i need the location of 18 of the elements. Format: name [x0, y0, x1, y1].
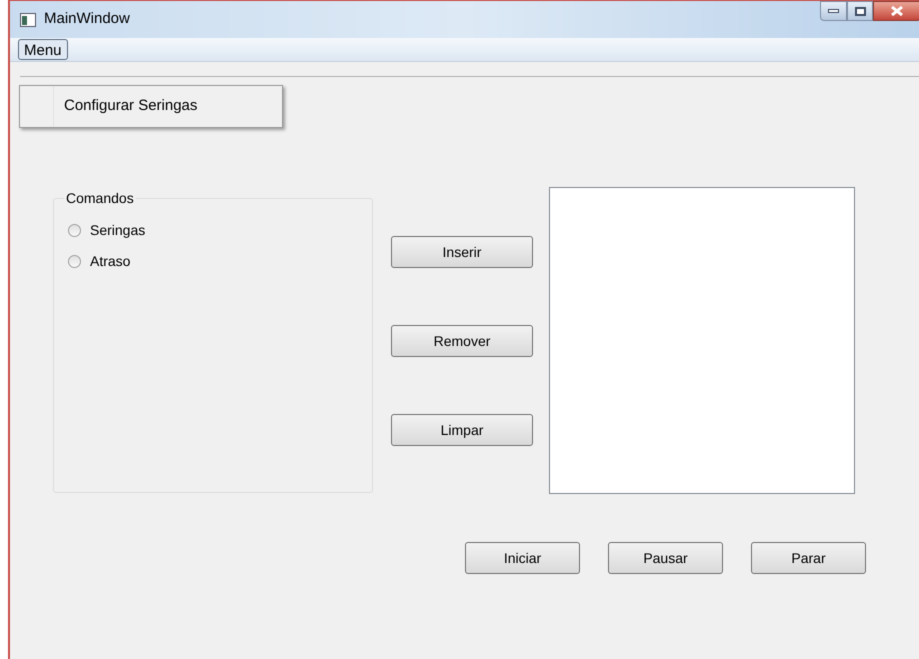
maximize-button[interactable] — [847, 1, 873, 21]
minimize-button[interactable] — [820, 1, 847, 21]
radio-option[interactable]: Seringas — [68, 220, 146, 241]
action-button[interactable]: Remover — [391, 325, 533, 357]
menu-item[interactable]: Menu — [18, 39, 68, 60]
action-button[interactable]: Inserir — [391, 236, 533, 268]
close-button[interactable] — [873, 1, 919, 21]
control-button[interactable]: Iniciar — [465, 542, 580, 574]
control-button[interactable]: Parar — [751, 542, 866, 574]
dropdown-item[interactable]: Configurar Seringas — [64, 95, 198, 118]
close-icon — [891, 6, 903, 16]
control-button[interactable]: Pausar — [608, 542, 723, 574]
action-button[interactable]: Limpar — [391, 414, 533, 446]
radio-button[interactable] — [68, 224, 81, 237]
radio-option[interactable]: Atraso — [68, 251, 130, 272]
radio-button[interactable] — [68, 255, 81, 268]
app-icon — [20, 12, 36, 26]
window-title: MainWindow — [44, 9, 130, 30]
